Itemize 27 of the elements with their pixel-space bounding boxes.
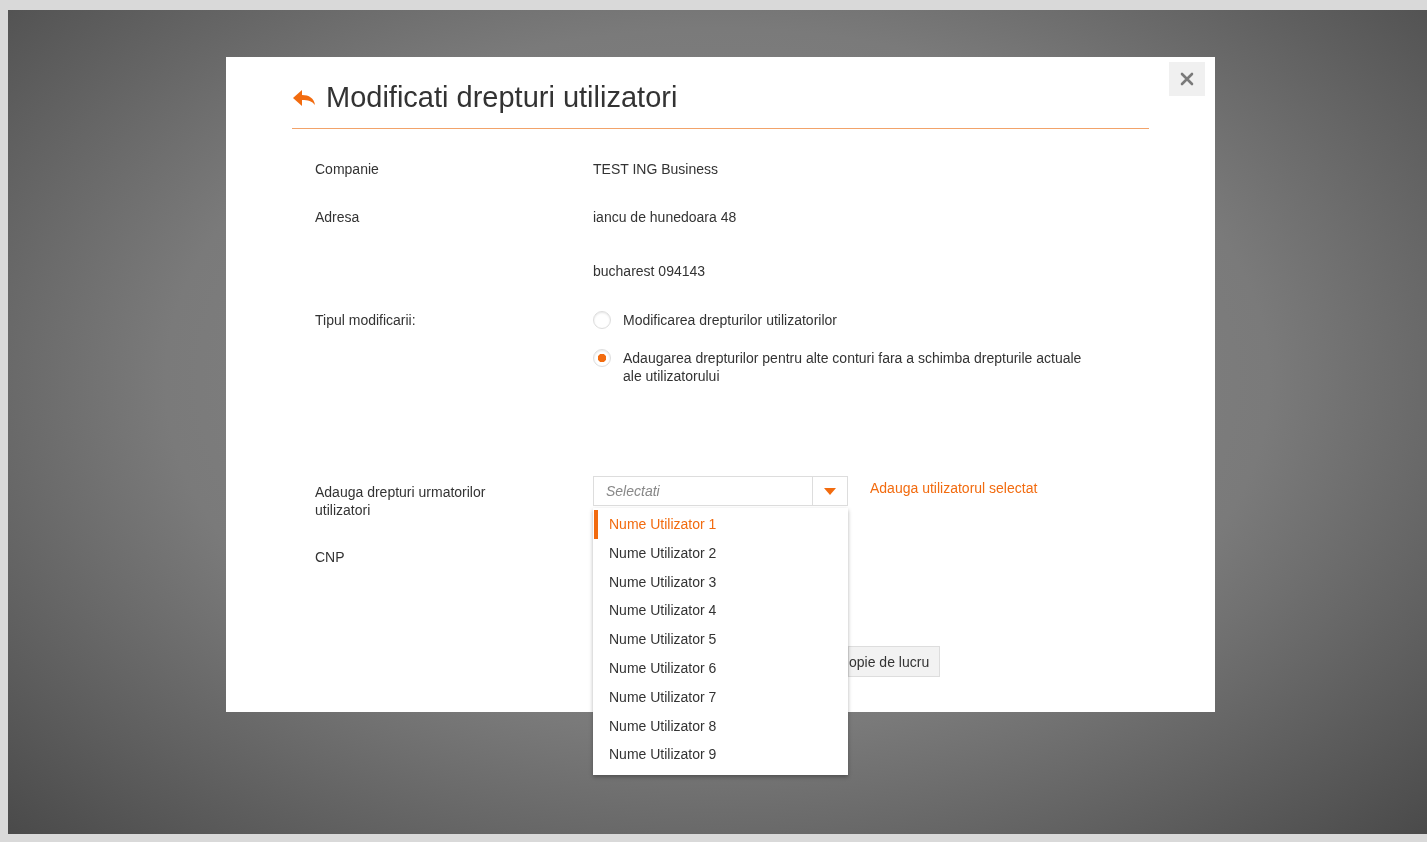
radio-button[interactable] xyxy=(593,311,611,329)
dropdown-option[interactable]: Nume Utilizator 4 xyxy=(594,596,848,626)
field-label: CNP xyxy=(315,549,346,565)
field-label: Companie xyxy=(315,161,380,177)
radio-button[interactable] xyxy=(593,349,611,367)
draft-copy-button[interactable]: opie de lucru xyxy=(848,646,941,677)
dropdown-option[interactable]: Nume Utilizator 9 xyxy=(594,740,848,770)
radio-label: Modificarea drepturilor utilizatorilor xyxy=(623,311,838,329)
dropdown-option[interactable]: Nume Utilizator 5 xyxy=(594,625,848,654)
dropdown-option[interactable]: Nume Utilizator 3 xyxy=(594,567,848,597)
user-select[interactable]: Selectati xyxy=(593,476,848,506)
dropdown-option[interactable]: Nume Utilizator 6 xyxy=(594,654,848,683)
radio-label: Adaugarea drepturilor pentru alte conturi fara a schimba drepturile actuale ale utilizatorului xyxy=(623,349,1083,385)
dialog-title: Modificati drepturi utilizatori xyxy=(326,81,678,114)
field-label: Adresa xyxy=(315,209,361,225)
dropdown-option[interactable]: Nume Utilizator 8 xyxy=(594,711,848,741)
field-value: bucharest 094143 xyxy=(593,263,706,279)
close-button[interactable] xyxy=(1169,62,1205,96)
dropdown-option[interactable]: Nume Utilizator 7 xyxy=(594,682,848,712)
field-value: TEST ING Business xyxy=(593,161,718,177)
field-label: Tipul modificarii: xyxy=(315,312,417,328)
field-value: iancu de hunedoara 48 xyxy=(593,209,737,225)
close-icon xyxy=(1180,72,1194,86)
back-arrow-icon[interactable] xyxy=(292,88,316,107)
dropdown-option[interactable]: Nume Utilizator 2 xyxy=(594,538,848,568)
field-label: Adauga drepturi urmatorilor utilizatori xyxy=(315,483,487,519)
caret-icon xyxy=(824,487,836,495)
